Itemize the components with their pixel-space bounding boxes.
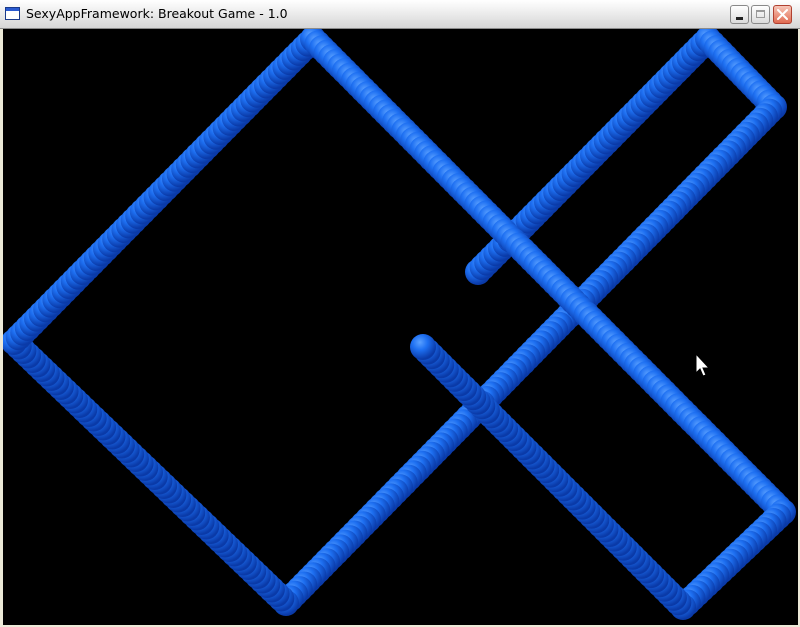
mouse-pointer-icon xyxy=(695,352,711,377)
title-bar[interactable]: SexyAppFramework: Breakout Game - 1.0 xyxy=(0,0,800,29)
minimize-icon xyxy=(736,17,743,20)
ball xyxy=(410,334,436,360)
close-icon xyxy=(777,9,788,20)
minimize-button[interactable] xyxy=(730,5,749,24)
app-window: SexyAppFramework: Breakout Game - 1.0 xyxy=(0,0,800,627)
app-window-icon[interactable] xyxy=(5,7,20,20)
maximize-button[interactable] xyxy=(751,5,770,24)
game-playfield xyxy=(3,29,796,620)
close-button[interactable] xyxy=(773,5,792,24)
ball-trail xyxy=(3,29,796,620)
maximize-icon xyxy=(756,10,765,18)
window-title: SexyAppFramework: Breakout Game - 1.0 xyxy=(26,6,288,21)
game-canvas[interactable] xyxy=(3,29,798,625)
